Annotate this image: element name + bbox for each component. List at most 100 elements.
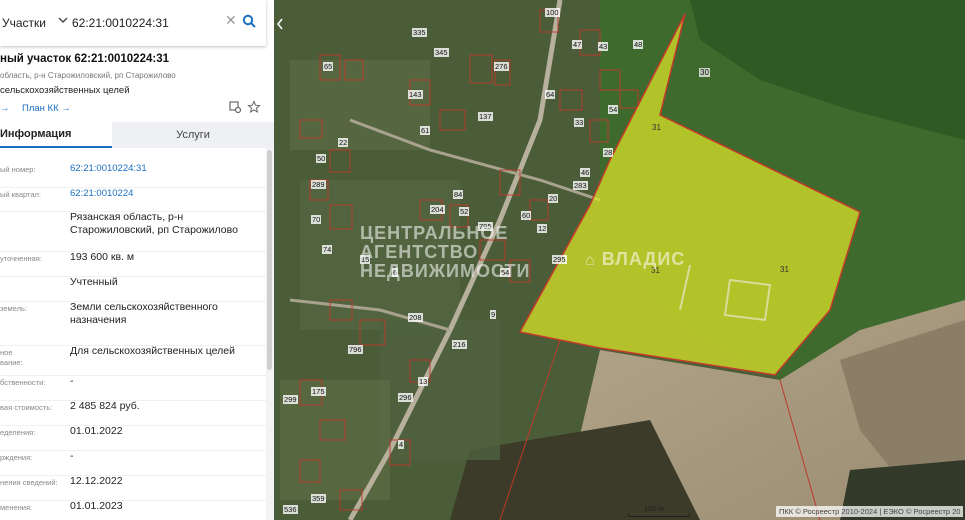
info-row-key: менения: [0,503,33,512]
house-icon: ⌂ [585,252,596,269]
collapse-panel-icon[interactable] [274,16,286,32]
plot-number-label: 64 [545,90,556,99]
plot-number-label: 208 [408,313,423,322]
info-row-key: ый квартал: [0,190,42,199]
plot-number-label: 299 [283,395,298,404]
plot-number-label: 20 [548,194,559,203]
plot-number-label: 47 [572,40,583,49]
plot-number-label: 4 [398,440,405,449]
plot-number-label: 204 [430,205,445,214]
cadastral-map-link[interactable]: → [0,103,10,114]
search-type-select[interactable]: Участки [2,16,46,30]
plot-number-label: 60 [521,211,532,220]
info-row-value: - [70,375,74,387]
info-panel: Участки 62:21:0010224:31 ✕ ный участок 6… [0,0,274,520]
info-row: менения: 01.01.2023 [0,500,266,520]
plot-number-label: 65 [323,62,334,71]
plot-number-label: 46 [580,168,591,177]
chevron-down-icon[interactable] [56,13,70,27]
plot-number-label: 536 [283,505,298,514]
info-row: нения сведений: 12.12.2022 [0,475,266,501]
info-row-value: Рязанская область, р-н Старожиловский, р… [70,211,238,236]
info-row-value: 193 600 кв. м [70,251,135,263]
plot-number-label: 345 [434,48,449,57]
plot-number-label: 50 [316,154,327,163]
scale-label: 100 м [644,504,664,513]
plot-number-label: 48 [633,40,644,49]
plot-number-label: 359 [311,494,326,503]
plot-number-label: 70 [311,215,322,224]
tab-bar: Информация Услуги [0,122,274,148]
parcel-title: ный участок 62:21:0010224:31 [0,53,169,65]
info-row: Рязанская область, р-н Старожиловский, р… [0,211,266,252]
parcel-label: 30 [699,68,710,77]
info-row: земель: Земли сельскохозяйственного назна… [0,301,266,346]
info-row-value: Для сельскохозяйственных целей [70,345,235,357]
info-row-key: еделения: [0,428,36,437]
plot-number-label: 276 [494,62,509,71]
scrollbar-thumb[interactable] [267,150,272,370]
search-icon[interactable] [242,14,256,28]
parcel-label: 31 [652,123,661,132]
plot-number-label: 289 [311,180,326,189]
plot-number-label: 296 [398,393,413,402]
measure-icon[interactable] [228,100,242,114]
info-row-key: ное вание: [0,348,23,367]
search-input[interactable]: 62:21:0010224:31 [72,16,169,30]
info-row-value: 12.12.2022 [70,475,123,487]
info-row-key: нения сведений: [0,478,58,487]
plot-number-label: 175 [311,387,326,396]
plot-number-label: 283 [573,181,588,190]
parcel-label: 31 [780,265,789,274]
plot-number-label: 137 [478,112,493,121]
info-row-key: вая стоимость: [0,403,53,412]
info-row-key [0,211,64,214]
plot-number-label: 33 [574,118,585,127]
info-row-key [0,276,64,279]
info-row-key: уточненная: [0,254,42,263]
plot-number-label: 216 [452,340,467,349]
plot-number-label: 61 [420,126,431,135]
info-row: бственности: - [0,375,266,401]
plot-number-label: 796 [348,345,363,354]
plot-number-label: 28 [603,148,614,157]
info-row-value: 01.01.2022 [70,425,123,437]
info-row-value: 2 485 824 руб. [70,400,140,412]
plot-number-label: 143 [408,90,423,99]
plan-kk-link[interactable]: План КК → [22,103,71,114]
info-row-value[interactable]: 62:21:0010224:31 [70,162,260,175]
info-row-value: 01.01.2023 [70,500,123,512]
star-icon[interactable] [247,100,261,114]
plot-number-label: 100 [545,8,560,17]
info-row-key: бственности: [0,378,46,387]
info-row: рждения: - [0,450,266,476]
plot-number-label: 9 [490,310,497,319]
tab-services[interactable]: Услуги [112,122,274,148]
info-row: ый номер: 62:21:0010224:31 [0,162,266,188]
plot-number-label: 12 [537,224,548,233]
info-row-value: - [70,450,74,462]
info-row: уточненная: 193 600 кв. м [0,251,266,277]
parcel-use: сельскохозяйственных целей [0,85,130,96]
info-row-key: рждения: [0,453,33,462]
tab-information[interactable]: Информация [0,122,112,148]
watermark-right: ⌂ ВЛАДИС [585,250,685,270]
plot-number-label: 84 [453,190,464,199]
info-row-key: земель: [0,304,27,313]
info-row-value: Учтенный [70,276,118,288]
plot-number-label: 335 [412,28,427,37]
close-icon[interactable]: ✕ [225,13,237,27]
info-row: вая стоимость: 2 485 824 руб. [0,400,266,426]
info-row: Учтенный [0,276,266,302]
parcel-address: область, р-н Старожиловский, рп Старожил… [0,71,176,80]
plot-number-label: 295 [552,255,567,264]
info-row: ное вание: Для сельскохозяйственных целей [0,345,266,376]
info-row-key: ый номер: [0,165,36,174]
info-row-value[interactable]: 62:21:0010224 [70,187,260,200]
plot-number-label: 22 [338,138,349,147]
search-bar: Участки 62:21:0010224:31 ✕ [0,0,266,46]
plot-number-label: 74 [322,245,333,254]
watermark-right-text: ВЛАДИС [601,249,686,269]
info-row: еделения: 01.01.2022 [0,425,266,451]
plot-number-label: 43 [598,42,609,51]
